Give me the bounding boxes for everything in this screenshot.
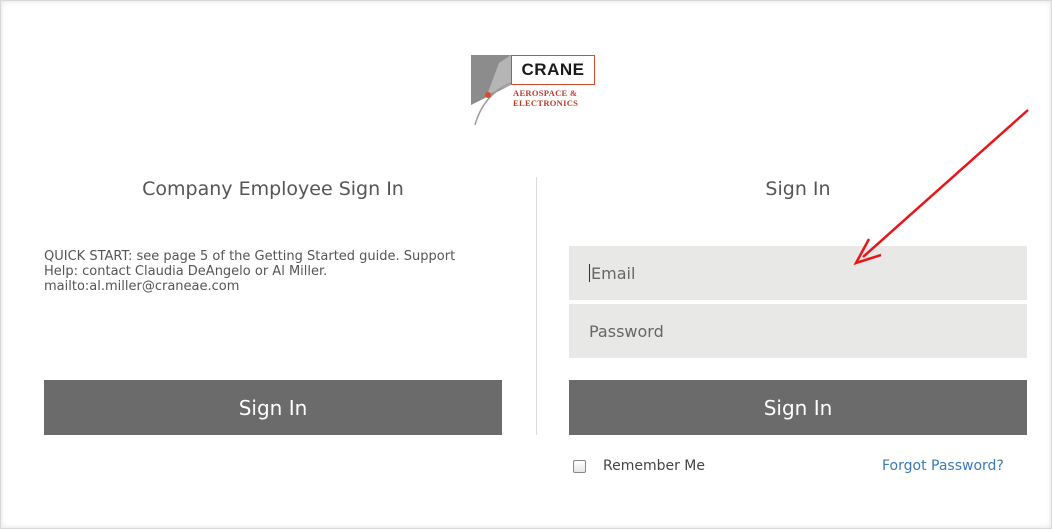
logo-subtitle-line1: AEROSPACE & — [513, 88, 578, 98]
email-field[interactable]: Email — [569, 246, 1027, 300]
remember-me-label: Remember Me — [603, 458, 705, 474]
password-field[interactable]: Password — [569, 304, 1027, 358]
logo-brand-text: CRANE — [521, 60, 585, 79]
quick-start-line: QUICK START: see page 5 of the Getting S… — [44, 249, 456, 264]
quick-start-line: Help: contact Claudia DeAngelo or Al Mil… — [44, 264, 328, 279]
quick-start-line: mailto:al.miller@craneae.com — [44, 279, 240, 294]
logo-subtitle-line2: ELECTRONICS — [513, 98, 579, 108]
remember-me[interactable]: Remember Me — [573, 458, 705, 474]
quick-start-text: QUICK START: see page 5 of the Getting S… — [44, 249, 494, 294]
text-caret — [589, 264, 590, 282]
sign-in-title: Sign In — [765, 178, 831, 200]
remember-me-checkbox[interactable] — [573, 459, 586, 473]
password-placeholder: Password — [589, 321, 664, 341]
column-divider — [536, 177, 537, 435]
forgot-password-link[interactable]: Forgot Password? — [882, 458, 1004, 474]
employee-sign-in-button[interactable]: Sign In — [44, 380, 502, 435]
email-placeholder: Email — [591, 263, 636, 283]
logo-subtitle: AEROSPACE & ELECTRONICS — [513, 88, 578, 108]
logo-wordmark-box: CRANE — [511, 55, 595, 85]
sign-in-button[interactable]: Sign In — [569, 380, 1027, 435]
login-page: CRANE AEROSPACE & ELECTRONICS Company Em… — [0, 0, 1052, 529]
crane-logo: CRANE AEROSPACE & ELECTRONICS — [471, 55, 611, 127]
employee-sign-in-title: Company Employee Sign In — [142, 178, 404, 200]
